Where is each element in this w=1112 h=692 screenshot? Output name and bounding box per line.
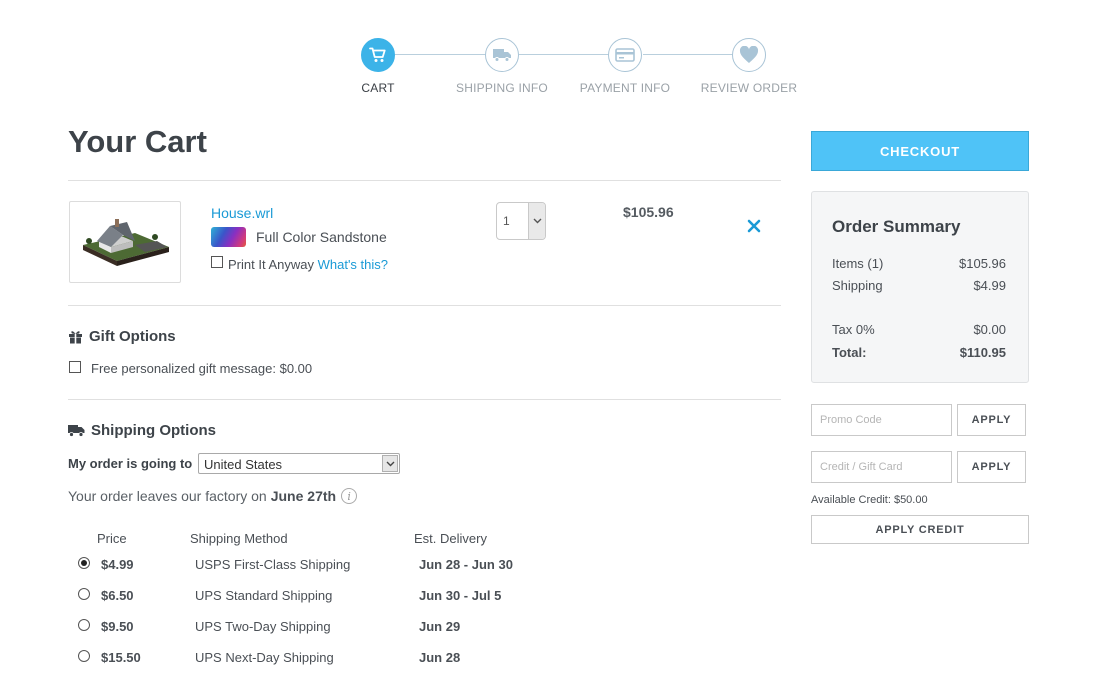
summary-shipping-value: $4.99 <box>973 278 1006 293</box>
apply-credit-button[interactable]: APPLY CREDIT <box>811 515 1029 544</box>
step-review-order[interactable]: REVIEW ORDER <box>689 38 809 95</box>
country-select[interactable]: United States <box>198 453 400 474</box>
shipping-delivery: Jun 28 <box>419 650 461 665</box>
destination-label: My order is going to <box>68 456 193 471</box>
gift-message-checkbox[interactable] <box>69 361 81 373</box>
step-payment-info[interactable]: PAYMENT INFO <box>565 38 685 95</box>
order-summary: Order Summary Items (1) $105.96 Shipping… <box>811 191 1029 383</box>
checkout-progress: CART SHIPPING INFO PAYMENT INFO REVIEW O… <box>0 38 1112 98</box>
step-shipping-info[interactable]: SHIPPING INFO <box>442 38 562 95</box>
divider <box>68 180 781 181</box>
step-label: REVIEW ORDER <box>700 81 798 95</box>
apply-gift-card-button[interactable]: APPLY <box>957 451 1026 483</box>
shipping-price: $9.50 <box>101 619 134 634</box>
shipping-method: USPS First-Class Shipping <box>195 557 351 572</box>
divider <box>68 399 781 400</box>
summary-shipping-label: Shipping <box>832 278 883 293</box>
checkout-button[interactable]: CHECKOUT <box>811 131 1029 171</box>
material-swatch <box>211 227 246 247</box>
quantity-value: 1 <box>503 214 510 228</box>
credit-card-icon <box>608 38 642 72</box>
gift-icon <box>68 329 83 344</box>
gift-card-input[interactable]: Credit / Gift Card <box>811 451 952 483</box>
chevron-down-icon[interactable] <box>382 455 398 472</box>
material-name: Full Color Sandstone <box>256 229 387 245</box>
shipping-method: UPS Standard Shipping <box>195 588 333 603</box>
shipping-price: $4.99 <box>101 557 134 572</box>
order-summary-title: Order Summary <box>832 217 961 236</box>
shipping-price: $15.50 <box>101 650 141 665</box>
divider <box>68 305 781 306</box>
shipping-delivery: Jun 29 <box>419 619 461 634</box>
step-label: PAYMENT INFO <box>579 81 671 95</box>
whats-this-link[interactable]: What's this? <box>318 257 388 272</box>
item-price: $105.96 <box>623 204 674 220</box>
house-model-image <box>83 219 169 266</box>
shipping-method: UPS Two-Day Shipping <box>195 619 331 634</box>
promo-code-input[interactable]: Promo Code <box>811 404 952 436</box>
column-header-delivery: Est. Delivery <box>414 531 487 546</box>
shipping-price: $6.50 <box>101 588 134 603</box>
column-header-method: Shipping Method <box>190 531 288 546</box>
leaves-date: June 27th <box>270 488 337 504</box>
summary-shipping: Shipping $4.99 <box>832 278 1006 293</box>
truck-icon <box>485 38 519 72</box>
summary-total-label: Total: <box>832 345 867 360</box>
summary-items: Items (1) $105.96 <box>832 256 1006 271</box>
step-cart[interactable]: CART <box>318 38 438 95</box>
remove-item-button[interactable] <box>745 217 763 235</box>
gift-options-title: Gift Options <box>89 328 176 345</box>
summary-tax: Tax 0% $0.00 <box>832 322 1006 337</box>
shipping-options-title: Shipping Options <box>91 422 216 439</box>
step-label: CART <box>361 81 395 95</box>
summary-total-value: $110.95 <box>959 345 1006 360</box>
apply-promo-button[interactable]: APPLY <box>957 404 1026 436</box>
factory-leave-date: Your order leaves our factory on June 27… <box>68 488 358 504</box>
print-anyway-label: Print It Anyway What's this? <box>228 257 388 272</box>
summary-tax-value: $0.00 <box>973 322 1006 337</box>
shipping-radio[interactable] <box>78 619 90 631</box>
leaves-text: Your order leaves our factory on <box>68 488 267 504</box>
info-icon[interactable]: i <box>341 488 358 504</box>
summary-items-label: Items (1) <box>832 256 884 271</box>
product-name-link[interactable]: House.wrl <box>211 205 273 221</box>
chevron-down-icon[interactable] <box>528 203 545 239</box>
summary-tax-label: Tax 0% <box>832 322 875 337</box>
print-anyway-checkbox[interactable] <box>211 256 223 268</box>
country-value: United States <box>204 457 283 472</box>
summary-items-value: $105.96 <box>959 256 1006 271</box>
step-label: SHIPPING INFO <box>456 81 548 95</box>
close-icon <box>747 219 761 233</box>
summary-total: Total: $110.95 <box>832 345 1006 360</box>
shipping-radio[interactable] <box>78 650 90 662</box>
shipping-delivery: Jun 30 - Jul 5 <box>419 588 502 603</box>
available-credit: Available Credit: $50.00 <box>811 494 928 506</box>
column-header-price: Price <box>97 531 127 546</box>
shipping-radio[interactable] <box>78 588 90 600</box>
page-title: Your Cart <box>68 124 207 159</box>
shipping-method: UPS Next-Day Shipping <box>195 650 334 665</box>
shipping-options-heading: Shipping Options <box>68 422 216 439</box>
cart-icon <box>361 38 395 72</box>
gift-options-heading: Gift Options <box>68 328 176 345</box>
gift-message-label: Free personalized gift message: $0.00 <box>91 361 313 376</box>
quantity-select[interactable]: 1 <box>496 202 546 240</box>
shipping-radio[interactable] <box>78 557 90 569</box>
shipping-delivery: Jun 28 - Jun 30 <box>419 557 513 572</box>
product-thumbnail[interactable] <box>69 201 181 283</box>
print-anyway-text: Print It Anyway <box>228 257 314 272</box>
truck-icon <box>68 424 85 437</box>
heart-icon <box>732 38 766 72</box>
